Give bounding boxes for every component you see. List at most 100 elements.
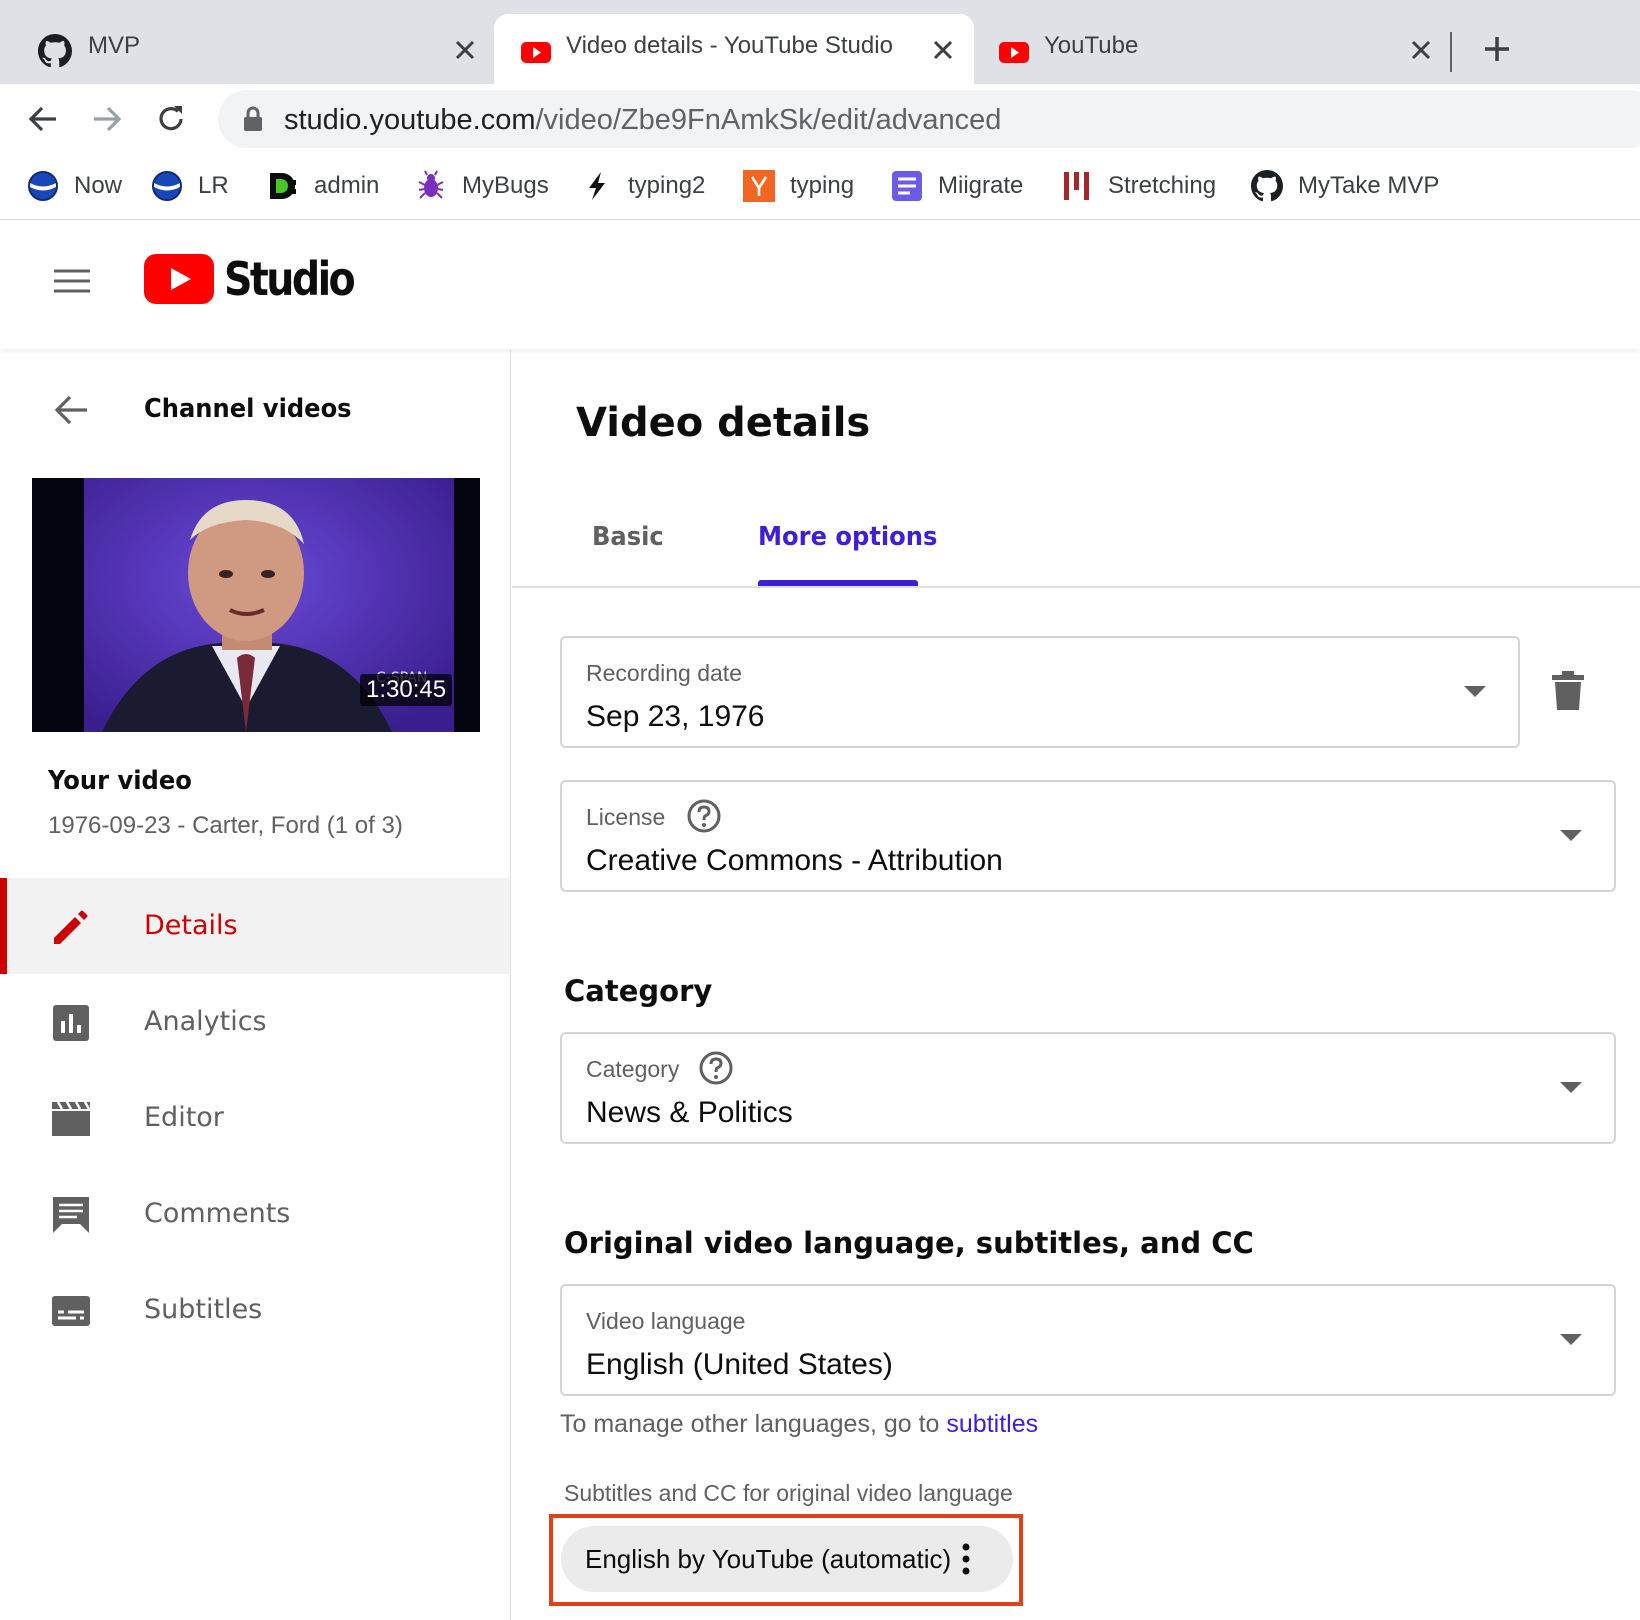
bars-icon <box>1060 169 1094 203</box>
analytics-icon <box>50 1002 92 1044</box>
field-label: Recording date <box>586 660 742 686</box>
browser-tab-strip: MVP Video details - YouTube Studio YouTu… <box>0 0 1640 84</box>
bookmark-admin[interactable]: admin <box>266 166 379 206</box>
sidebar-item-editor[interactable]: Editor <box>0 1070 510 1166</box>
subtitle-chip[interactable]: English by YouTube (automatic) <box>561 1526 1013 1592</box>
url-host: studio.youtube.com <box>284 104 536 136</box>
field-value: Sep 23, 1976 <box>586 700 765 733</box>
reload-icon[interactable] <box>154 102 188 136</box>
field-label: Category <box>586 1056 680 1082</box>
back-to-channel-videos[interactable]: Channel videos <box>0 380 510 440</box>
main-content: Video details Basic More options Recordi… <box>512 350 1640 1620</box>
recording-date-field[interactable]: Recording date Sep 23, 1976 <box>560 636 1520 748</box>
tab-more-options[interactable]: More options <box>758 522 937 552</box>
sidebar-item-label: Subtitles <box>144 1294 263 1325</box>
field-label: License <box>586 804 666 830</box>
field-value: News & Politics <box>586 1096 793 1129</box>
bookmark-label: typing2 <box>628 172 706 199</box>
field-label: Video language <box>586 1308 746 1334</box>
back-arrow-icon <box>52 392 90 428</box>
sidebar-item-comments[interactable]: Comments <box>0 1166 510 1262</box>
help-icon[interactable] <box>698 1050 734 1086</box>
globe-badge-icon <box>26 169 60 203</box>
doc-icon <box>890 169 924 203</box>
bookmark-label: MyBugs <box>462 172 549 199</box>
sidebar-item-label: Comments <box>144 1198 291 1229</box>
forward-arrow-icon[interactable] <box>90 102 124 136</box>
bookmark-label: MyTake MVP <box>1298 172 1440 199</box>
tabs-divider <box>512 586 1640 588</box>
bookmark-typing[interactable]: typing <box>742 166 854 206</box>
bookmark-now[interactable]: Now <box>26 166 122 206</box>
clapper-icon <box>50 1098 92 1140</box>
bug-icon <box>414 169 448 203</box>
studio-header: Studio <box>0 221 1640 349</box>
bookmark-label: LR <box>198 172 229 199</box>
bookmark-stretching[interactable]: Stretching <box>1060 166 1216 206</box>
studio-logo-text: Studio <box>224 252 356 306</box>
sidebar: Channel videos 1:30:45 Your video 1976-0… <box>0 350 511 1620</box>
dropdown-arrow-icon <box>1560 1082 1582 1093</box>
hamburger-menu-icon[interactable] <box>52 261 92 301</box>
subtitle-chip-label: English by YouTube (automatic) <box>585 1544 952 1574</box>
bookmark-miigrate[interactable]: Miigrate <box>890 166 1023 206</box>
url-path: /video/Zbe9FnAmkSk/edit/advanced <box>535 104 1002 136</box>
more-vert-icon[interactable] <box>961 1542 971 1576</box>
sidebar-item-label: Analytics <box>144 1006 267 1037</box>
license-field[interactable]: License Creative Commons - Attribution <box>560 780 1616 892</box>
bookmark-typing2[interactable]: typing2 <box>580 166 705 206</box>
close-tab-icon[interactable] <box>452 37 478 63</box>
youtube-logo-icon <box>144 254 214 304</box>
delete-icon[interactable] <box>1550 670 1586 712</box>
language-heading: Original video language, subtitles, and … <box>564 1226 1254 1260</box>
bookmark-label: admin <box>314 172 380 199</box>
back-arrow-icon[interactable] <box>26 102 60 136</box>
your-video-label: Your video <box>48 766 192 796</box>
tab-title: Video details - YouTube Studio <box>566 32 893 59</box>
url-text[interactable]: studio.youtube.com/video/Zbe9FnAmkSk/edi… <box>284 104 1001 137</box>
browser-tab-youtube[interactable]: YouTube <box>974 14 1452 84</box>
bookmark-label: typing <box>790 172 855 199</box>
bookmarks-bar: Now LR admin MyBugs typing2 typing Miigr… <box>0 154 1640 220</box>
category-field[interactable]: Category News & Politics <box>560 1032 1616 1144</box>
manage-languages-prefix: To manage other languages, go to <box>560 1410 947 1438</box>
video-thumbnail[interactable]: C-SPAN 1:30:45 <box>32 478 480 732</box>
channel-videos-label: Channel videos <box>144 394 352 424</box>
video-title[interactable]: 1976-09-23 - Carter, Ford (1 of 3) <box>48 812 403 840</box>
dropdown-arrow-icon <box>1560 830 1582 841</box>
sidebar-item-analytics[interactable]: Analytics <box>0 974 510 1070</box>
bookmark-lr[interactable]: LR <box>150 166 229 206</box>
help-icon[interactable] <box>686 798 722 834</box>
bolt-icon <box>580 169 614 203</box>
field-value: English (United States) <box>586 1348 893 1381</box>
lock-icon[interactable] <box>242 106 264 132</box>
close-tab-icon[interactable] <box>930 37 956 63</box>
new-tab-icon[interactable] <box>1482 34 1512 64</box>
bookmark-mybugs[interactable]: MyBugs <box>414 166 549 206</box>
dropdown-arrow-icon <box>1560 1334 1582 1345</box>
github-icon <box>38 34 72 68</box>
bookmark-label: Now <box>74 172 123 199</box>
youtube-icon <box>998 34 1032 68</box>
close-tab-icon[interactable] <box>1408 37 1434 63</box>
video-language-field[interactable]: Video language English (United States) <box>560 1284 1616 1396</box>
bookmark-mytake-mvp[interactable]: MyTake MVP <box>1250 166 1439 206</box>
subtitles-link[interactable]: subtitles <box>946 1410 1038 1438</box>
studio-logo[interactable]: Studio <box>144 249 374 309</box>
browser-tab-mvp[interactable]: MVP <box>0 14 494 84</box>
youtube-icon <box>520 34 554 68</box>
manage-languages-text: To manage other languages, go to subtitl… <box>560 1410 1038 1439</box>
bookmark-label: Stretching <box>1108 172 1217 199</box>
browser-toolbar: studio.youtube.com/video/Zbe9FnAmkSk/edi… <box>0 84 1640 154</box>
globe-badge-icon <box>150 169 184 203</box>
browser-tab-video-details[interactable]: Video details - YouTube Studio <box>494 14 974 84</box>
comment-icon <box>50 1194 92 1236</box>
github-icon <box>1250 169 1284 203</box>
tab-title: YouTube <box>1044 32 1139 59</box>
pencil-icon <box>50 906 92 948</box>
tab-basic[interactable]: Basic <box>592 522 664 552</box>
sidebar-item-details[interactable]: Details <box>0 878 510 974</box>
address-bar[interactable]: studio.youtube.com/video/Zbe9FnAmkSk/edi… <box>218 90 1640 148</box>
sidebar-item-subtitles[interactable]: Subtitles <box>0 1262 510 1358</box>
tab-title: MVP <box>88 32 141 59</box>
